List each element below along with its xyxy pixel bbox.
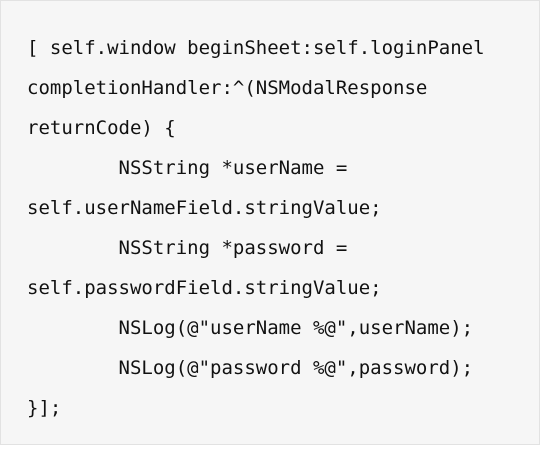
code-line: completionHandler:^(NSModalResponse [27, 77, 428, 99]
code-line: returnCode) { [27, 117, 176, 139]
code-line: [ self.window beginSheet:self.loginPanel [27, 37, 485, 59]
code-line: self.userNameField.stringValue; [27, 197, 382, 219]
code-snippet-panel: [ self.window beginSheet:self.loginPanel… [0, 0, 540, 445]
code-line: NSString *userName = [27, 157, 348, 179]
code-line: NSLog(@"password %@",password); [27, 357, 474, 379]
code-line: }]; [27, 397, 62, 419]
code-line: NSString *password = [27, 237, 348, 259]
code-block: [ self.window beginSheet:self.loginPanel… [27, 28, 485, 428]
code-line: self.passwordField.stringValue; [27, 277, 382, 299]
code-line: NSLog(@"userName %@",userName); [27, 317, 474, 339]
